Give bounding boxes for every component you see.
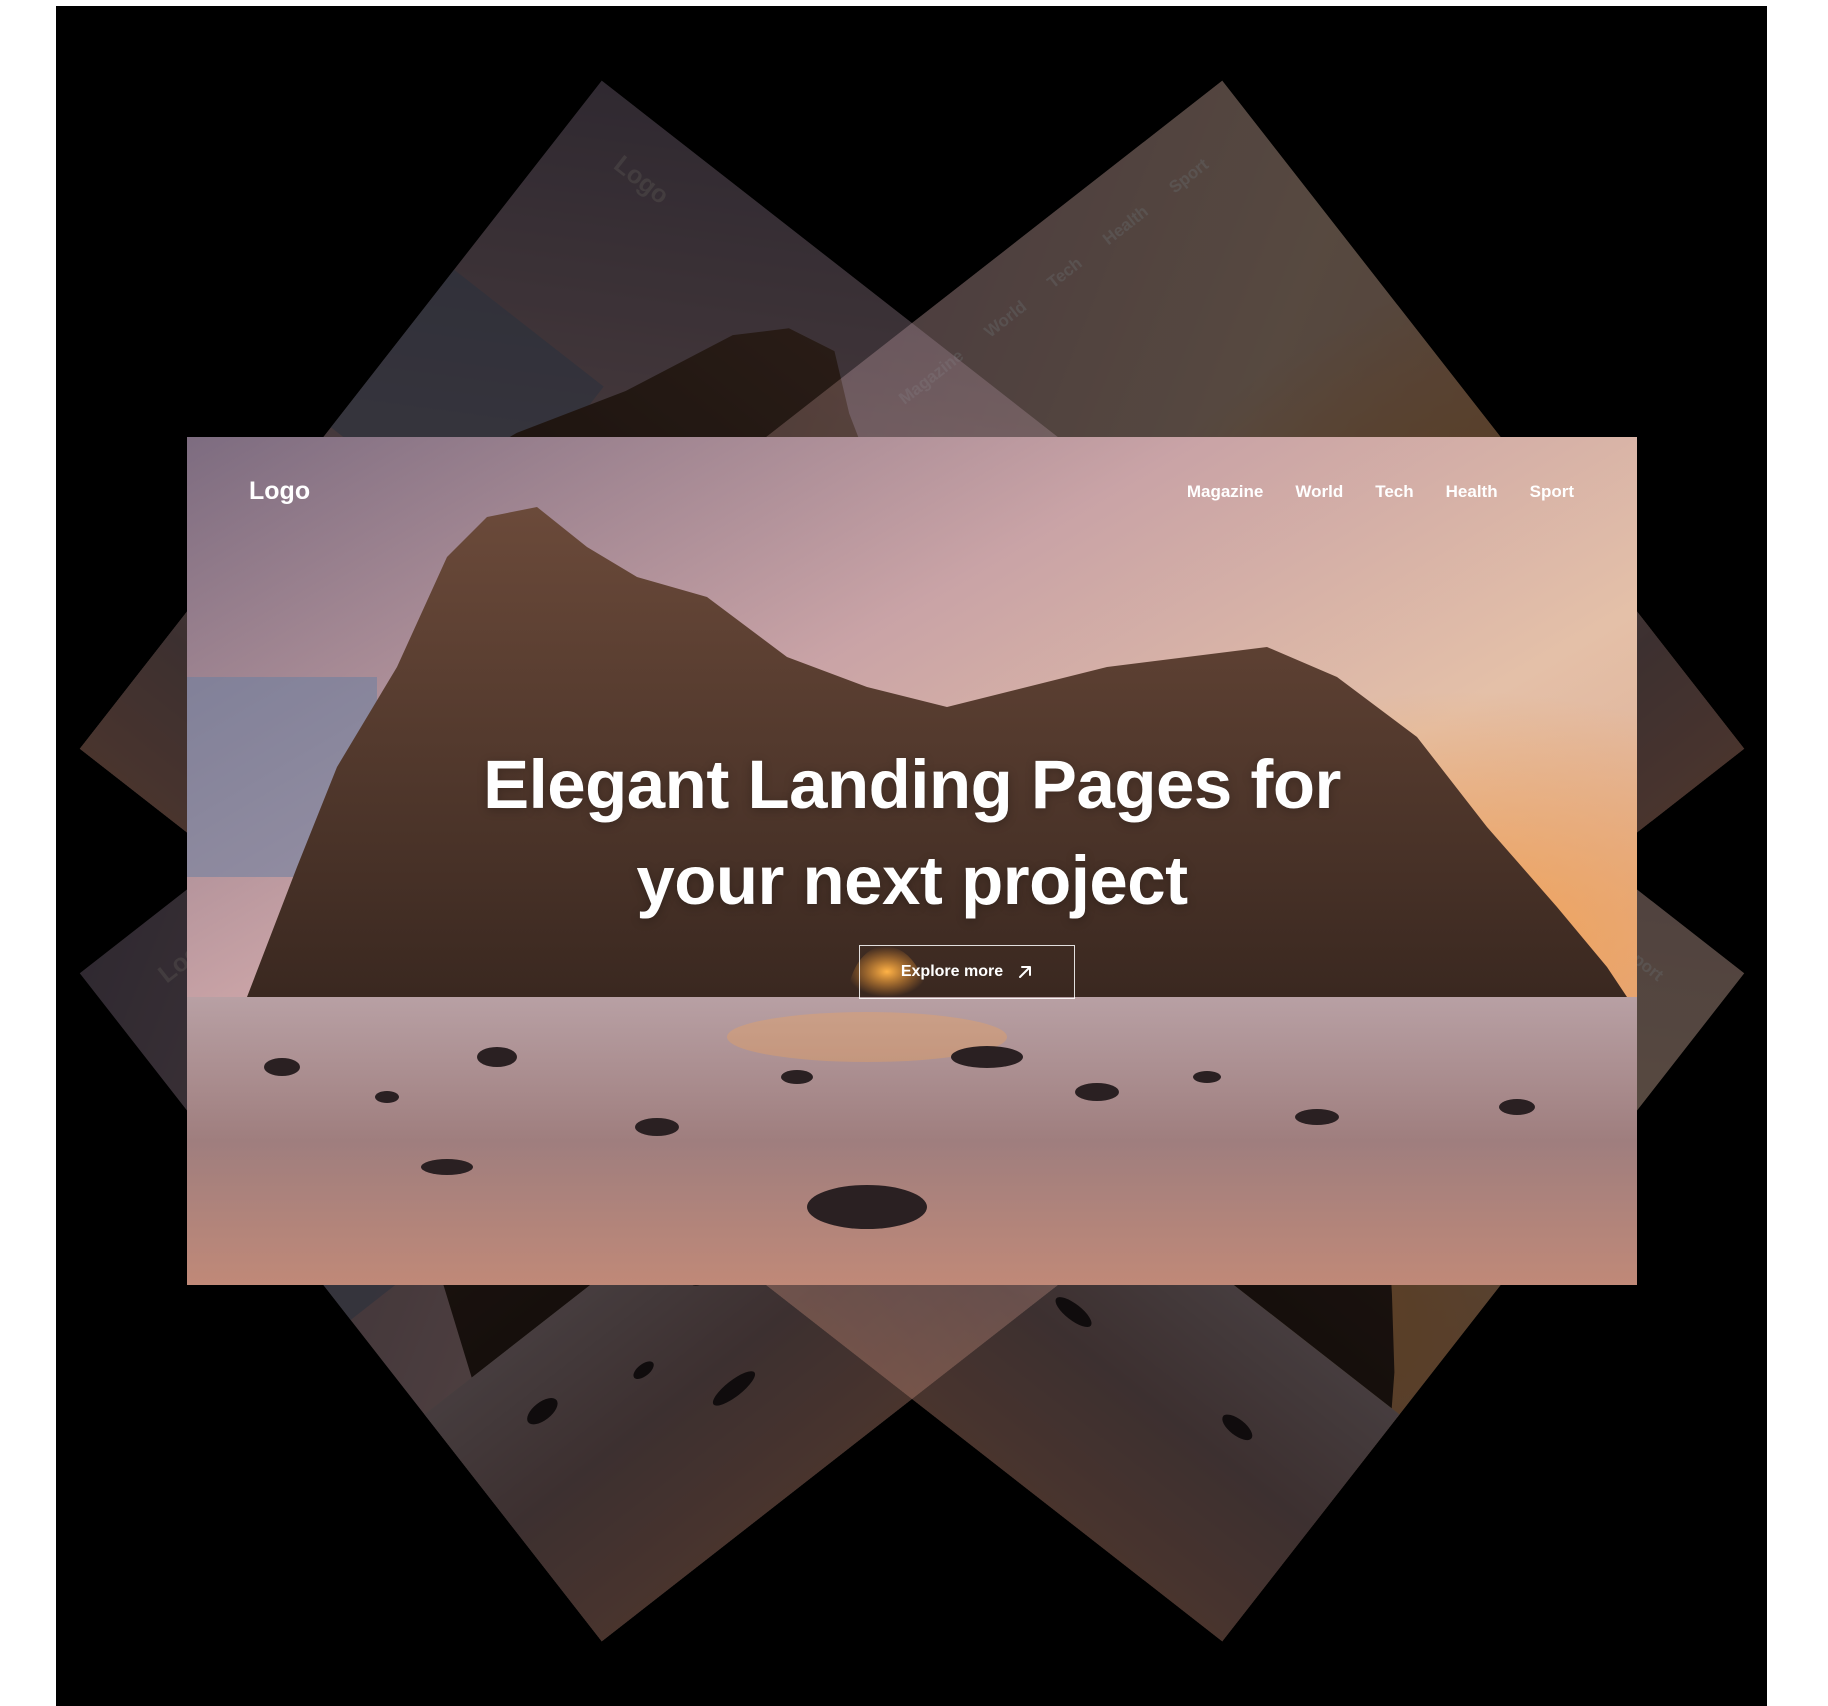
hero-headline: Elegant Landing Pages for your next proj… bbox=[187, 737, 1637, 929]
nav-item-sport[interactable]: Sport bbox=[1530, 482, 1574, 502]
explore-more-label: Explore more bbox=[900, 963, 1004, 980]
explore-more-button[interactable]: Explore more bbox=[859, 945, 1075, 999]
nav-item-world[interactable]: World bbox=[1295, 482, 1343, 502]
nav-item-health[interactable]: Health bbox=[1446, 482, 1498, 502]
main-nav: Magazine World Tech Health Sport bbox=[1187, 482, 1574, 502]
hero-headline-line-2: your next project bbox=[636, 842, 1188, 919]
nav-item-tech[interactable]: Tech bbox=[1375, 482, 1413, 502]
landing-page-card: Logo Magazine World Tech Health Sport El… bbox=[187, 437, 1637, 1285]
logo[interactable]: Logo bbox=[249, 477, 310, 506]
nav-item-magazine[interactable]: Magazine bbox=[1187, 482, 1264, 502]
hero-headline-line-1: Elegant Landing Pages for bbox=[483, 746, 1341, 823]
arrow-up-right-icon bbox=[1019, 966, 1032, 978]
showcase-stage: Logo Magazine World Tech Health Sport Lo… bbox=[56, 6, 1767, 1706]
